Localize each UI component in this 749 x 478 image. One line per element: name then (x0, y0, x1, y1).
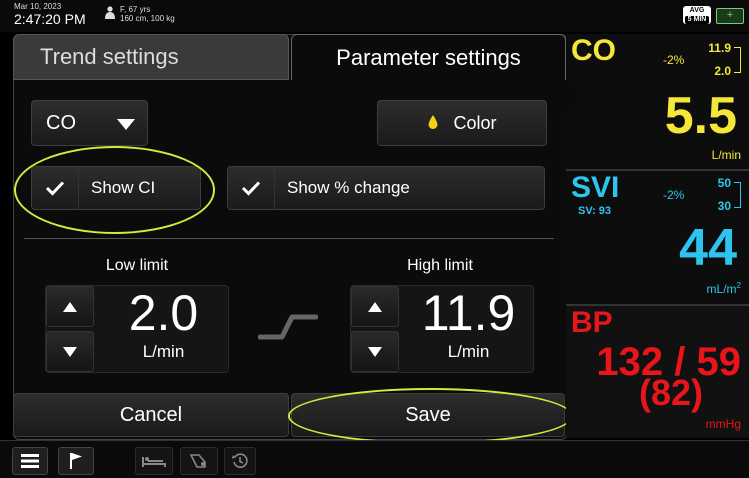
arrow-down-icon (63, 346, 77, 357)
low-limit-value[interactable]: 2.0 (101, 284, 226, 342)
parameter-select[interactable]: CO (31, 100, 148, 146)
co-value: 5.5 (664, 87, 737, 145)
high-limit-increase-button[interactable] (351, 286, 399, 327)
svi-low-limit: 30 (717, 199, 731, 213)
avg-label: AVG (689, 7, 705, 14)
monitor-icon (189, 454, 206, 468)
tab-parameter-settings[interactable]: Parameter settings (291, 34, 566, 80)
averaging-badge[interactable]: AVG 5 MIN (683, 6, 711, 24)
monitor-button[interactable] (180, 447, 218, 475)
svi-sv-label: SV: 93 (578, 205, 612, 217)
color-drop-icon (428, 115, 438, 129)
patient-demographics: F, 67 yrs (120, 5, 151, 14)
person-icon (105, 6, 115, 19)
bp-unit: mmHg (705, 417, 741, 431)
co-name: CO (571, 34, 616, 67)
battery-icon: + (716, 8, 744, 24)
high-limit-label: High limit (407, 257, 473, 274)
patient-bed-button[interactable] (135, 447, 173, 475)
high-limit-stepper: 11.9 L/min (350, 285, 534, 373)
svi-tile[interactable]: SVI SV: 93 -2% 50 30 44 mL/m2 (566, 171, 749, 304)
co-unit: L/min (711, 148, 741, 162)
low-limit-increase-button[interactable] (46, 286, 94, 327)
parameter-select-value: CO (46, 111, 76, 134)
high-limit-decrease-button[interactable] (351, 331, 399, 372)
low-limit-decrease-button[interactable] (46, 331, 94, 372)
co-range-bracket (734, 47, 741, 73)
patient-bed-icon (142, 457, 166, 467)
date-label: Mar 10, 2023 (14, 2, 62, 11)
patient-size: 160 cm, 100 kg (120, 14, 175, 23)
show-ci-highlight (14, 146, 215, 234)
high-limit-unit: L/min (447, 342, 490, 361)
chevron-down-icon (117, 119, 135, 130)
svi-name: SVI (571, 171, 620, 204)
limit-range-icon (258, 314, 318, 340)
show-percent-change-toggle[interactable]: Show % change (227, 166, 545, 210)
svi-unit: mL/m2 (707, 281, 741, 296)
color-button-label: Color (453, 112, 497, 133)
history-icon (232, 453, 248, 468)
svi-unit-exponent: 2 (736, 281, 741, 290)
arrow-up-icon (63, 301, 77, 312)
arrow-up-icon (368, 301, 382, 312)
checkmark-icon (241, 181, 261, 196)
bp-tile[interactable]: BP 132 / 59 (82) mmHg (566, 306, 749, 438)
section-divider (24, 238, 554, 239)
svi-change: -2% (663, 188, 685, 202)
avg-interval: 5 MIN (685, 16, 709, 24)
low-limit-label: Low limit (105, 257, 169, 274)
parameter-settings-dialog (13, 34, 567, 440)
show-percent-change-checkbox[interactable] (228, 166, 275, 210)
tile-pointer (566, 78, 584, 114)
save-highlight (288, 388, 573, 444)
high-limit-value[interactable]: 11.9 (406, 284, 531, 342)
svi-value: 44 (679, 219, 737, 277)
bottom-navigation-bar (0, 440, 749, 478)
co-high-limit: 11.9 (708, 41, 731, 55)
svi-unit-base: mL/m (706, 282, 737, 296)
low-limit-unit: L/min (142, 342, 185, 361)
flag-icon (70, 453, 82, 469)
co-low-limit: 2.0 (714, 64, 731, 78)
co-change: -2% (663, 53, 685, 67)
tab-trend-settings[interactable]: Trend settings (13, 34, 289, 80)
history-button[interactable] (224, 447, 256, 475)
show-percent-change-label: Show % change (287, 178, 410, 197)
parameter-tiles-panel: CO -2% 11.9 2.0 5.5 L/min SVI SV: 93 -2%… (566, 34, 749, 438)
arrow-down-icon (368, 346, 382, 357)
patient-info: F, 67 yrs 160 cm, 100 kg (120, 5, 175, 23)
svi-high-limit: 50 (717, 176, 731, 190)
co-tile[interactable]: CO -2% 11.9 2.0 5.5 L/min (566, 34, 749, 169)
flag-button[interactable] (58, 447, 94, 475)
cancel-button[interactable]: Cancel (13, 393, 289, 437)
low-limit-stepper: 2.0 L/min (45, 285, 229, 373)
menu-icon (21, 454, 39, 468)
bp-map-value: (82) (638, 372, 703, 413)
menu-button[interactable] (12, 447, 48, 475)
time-label: 2:47:20 PM (14, 11, 86, 27)
svi-range-bracket (734, 182, 741, 208)
bp-name: BP (571, 306, 613, 339)
color-button[interactable]: Color (377, 100, 547, 146)
